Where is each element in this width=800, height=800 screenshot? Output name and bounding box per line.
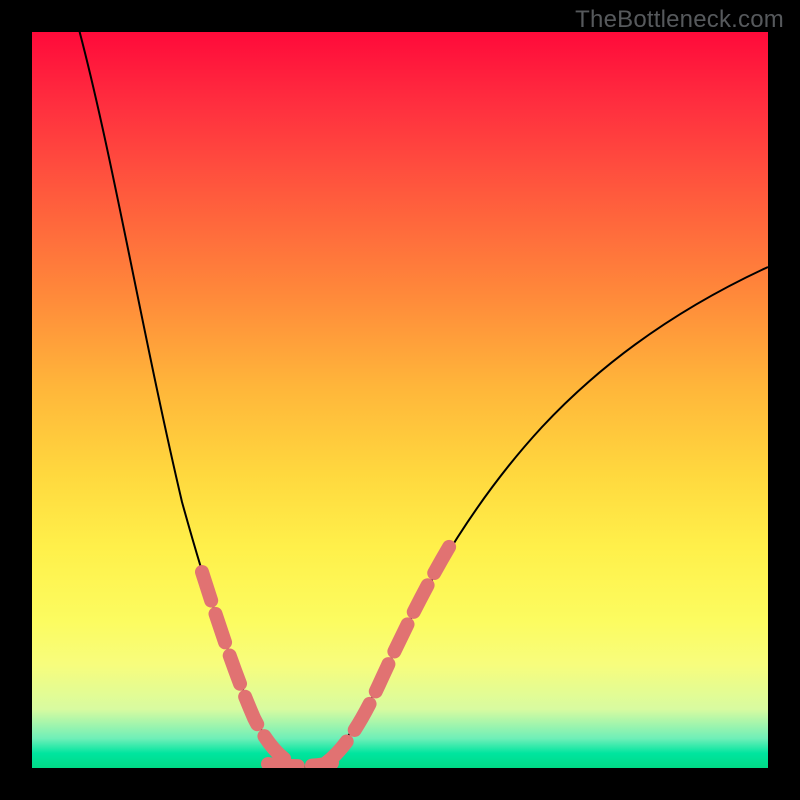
watermark-text: TheBottleneck.com xyxy=(575,6,784,34)
bottleneck-curve xyxy=(32,32,768,768)
curve-right xyxy=(318,267,768,765)
highlight-left xyxy=(202,572,290,763)
chart-frame: TheBottleneck.com xyxy=(0,0,800,800)
curve-left xyxy=(77,32,294,765)
plot-area xyxy=(32,32,768,768)
highlight-right xyxy=(326,542,452,763)
